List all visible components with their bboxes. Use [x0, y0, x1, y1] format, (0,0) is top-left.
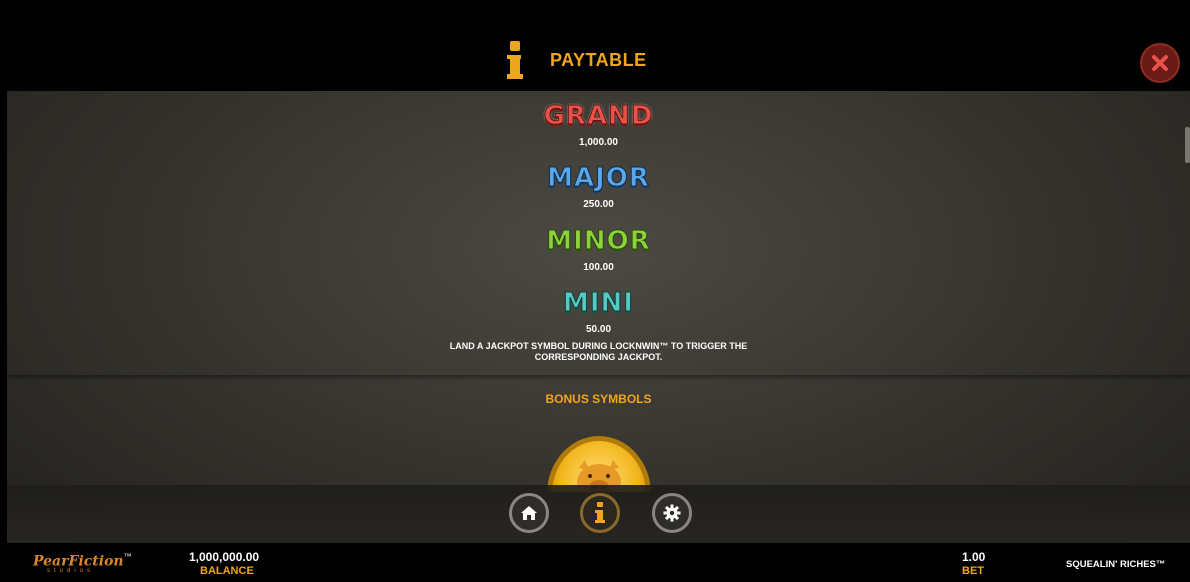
bet-label: BET: [962, 565, 984, 577]
description-line: CORRESPONDING JACKPOT.: [534, 352, 663, 362]
paytable-screen: PAYTABLE GRAND 1,000.00 MAJOR 250.00 MIN…: [7, 7, 1190, 543]
bet-value: 1.00: [962, 550, 986, 564]
home-icon: [521, 506, 537, 520]
description-line: LAND A JACKPOT SYMBOL DURING LOCKNWIN™ T…: [449, 341, 748, 351]
jackpot-name: MINOR: [546, 226, 651, 257]
info-icon: [595, 502, 605, 523]
jackpot-value: 100.00: [583, 262, 614, 273]
jackpot-description: LAND A JACKPOT SYMBOL DURING LOCKNWIN™ T…: [7, 341, 1190, 363]
jackpot-mini: MINI 50.00: [7, 288, 1190, 336]
logo-text: PearFiction: [33, 553, 124, 570]
close-button[interactable]: [1140, 43, 1180, 83]
jackpot-value: 1,000.00: [579, 137, 618, 148]
jackpot-value: 50.00: [585, 324, 612, 335]
jackpot-value: 250.00: [583, 199, 614, 210]
studio-logo: PearFiction™ studios: [33, 552, 132, 574]
balance-value: 1,000,000.00: [189, 550, 260, 564]
game-name: SQUEALIN' RICHES™: [1066, 559, 1166, 570]
status-bar: PearFiction™ studios 1,000,000.00 BALANC…: [0, 543, 1190, 582]
home-button[interactable]: [509, 493, 549, 533]
jackpot-name: MINI: [563, 288, 634, 319]
gear-icon: [663, 504, 681, 522]
page-title: PAYTABLE: [550, 50, 647, 70]
jackpot-major: MAJOR 250.00: [7, 163, 1190, 211]
logo-trademark: ™: [123, 552, 132, 561]
jackpot-name: GRAND: [543, 101, 654, 132]
settings-button[interactable]: [652, 493, 692, 533]
paytable-header: PAYTABLE: [7, 7, 1190, 91]
bonus-symbols-title: BONUS SYMBOLS: [545, 392, 652, 406]
jackpot-grand: GRAND 1,000.00: [7, 101, 1190, 149]
jackpot-minor: MINOR 100.00: [7, 226, 1190, 274]
pig-coin-symbol: [547, 436, 651, 492]
info-button[interactable]: [580, 493, 620, 533]
info-icon: [507, 41, 523, 79]
close-icon: [1152, 55, 1168, 71]
section-divider: [7, 375, 1190, 381]
jackpot-name: MAJOR: [547, 163, 650, 194]
balance-label: BALANCE: [200, 565, 254, 577]
